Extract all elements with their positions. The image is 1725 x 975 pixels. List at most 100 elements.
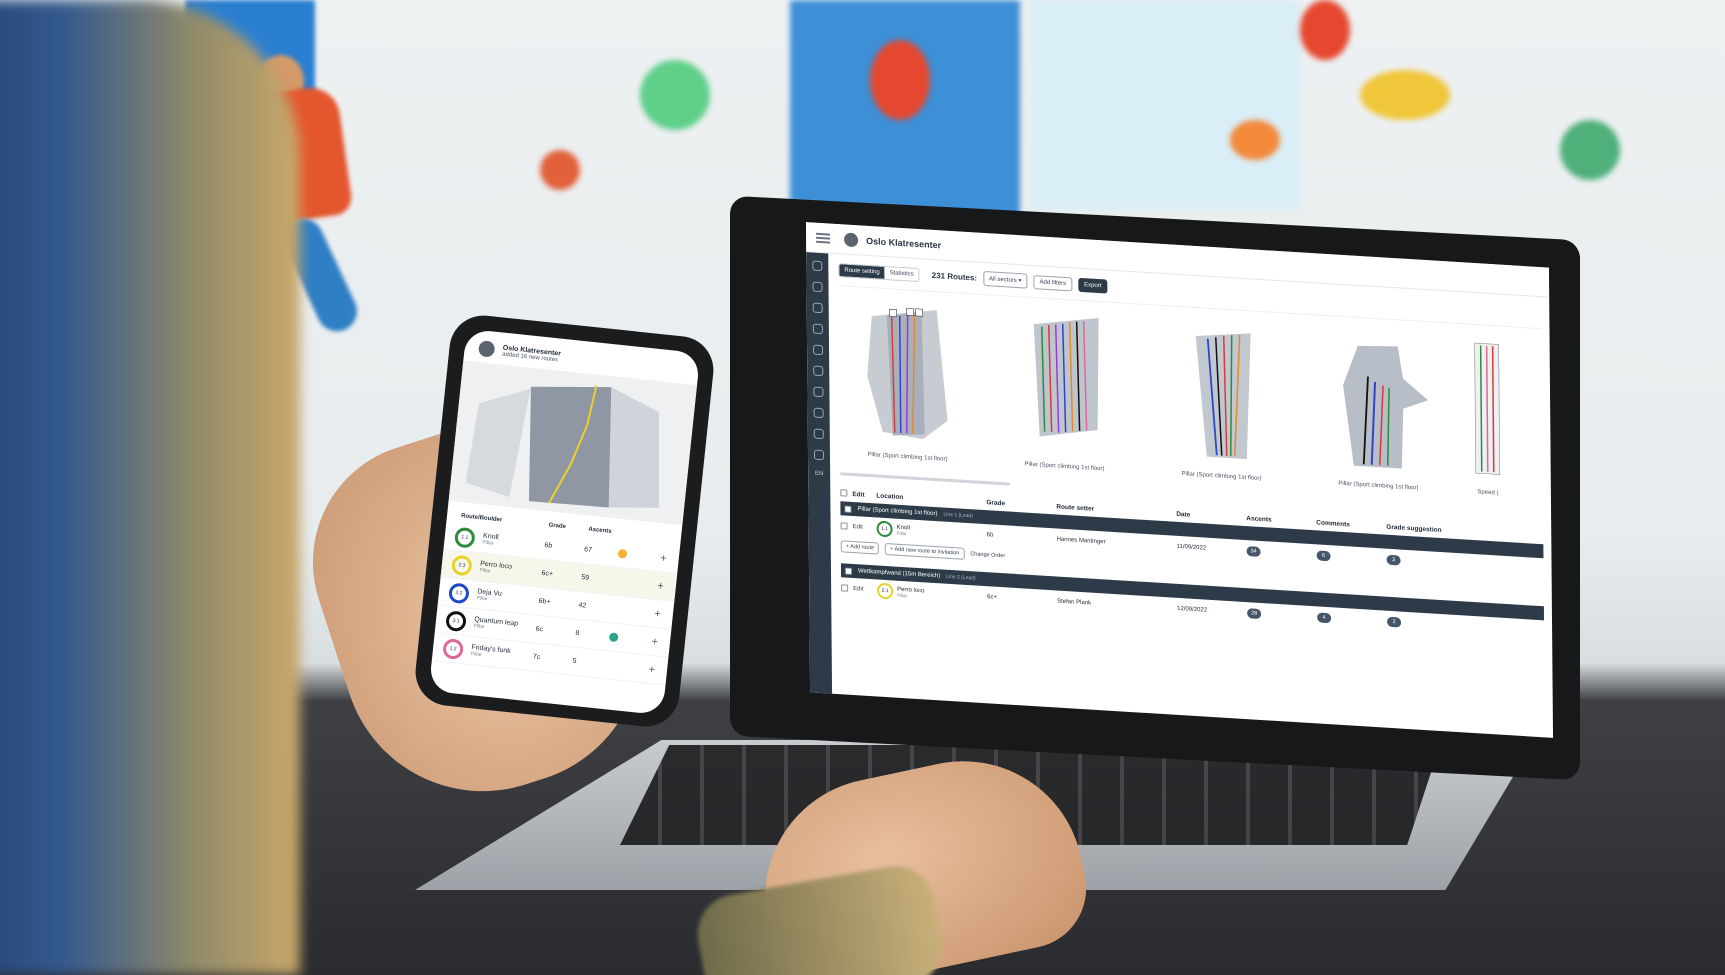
group-checkbox[interactable] (844, 567, 853, 575)
nav-walls-icon[interactable] (812, 260, 823, 272)
status-dot-icon (617, 548, 628, 559)
add-route-label: Add route (850, 543, 875, 552)
nav-history-icon[interactable] (813, 407, 824, 419)
add-invitation-button[interactable]: + Add new route to invitation (885, 542, 965, 560)
route-area: Pillar (896, 530, 907, 536)
row-checkbox[interactable] (840, 521, 848, 530)
route-ascents: 67 (583, 546, 593, 555)
view-toggle: Route setting Statistics (838, 262, 920, 282)
main-content: Route setting Statistics 231 Routes: All… (828, 253, 1553, 737)
climbing-hold (1560, 120, 1620, 180)
tab-statistics[interactable]: Statistics (885, 266, 919, 280)
route-badge: 1.1 (876, 520, 893, 538)
wall-3d-preview (1342, 345, 1428, 469)
route-grade: 6b+ (538, 597, 551, 606)
route-grade: 6c (535, 625, 544, 634)
plus-icon[interactable]: + (654, 607, 662, 620)
ascents-count: 34 (1246, 546, 1261, 557)
wall-3d-preview (866, 307, 948, 440)
climbing-hold (870, 40, 930, 120)
select-all-checkbox[interactable] (840, 488, 848, 497)
export-button[interactable]: Export (1078, 277, 1108, 294)
route-grade: 6b (544, 542, 553, 550)
change-order-link[interactable]: Change Order (970, 551, 1005, 559)
wall-caption: Speed ( (1477, 489, 1499, 497)
laptop-screen: Oslo Klatresenter EN Route setting Stati… (805, 222, 1554, 738)
sector-select[interactable]: All sectors ▾ (983, 270, 1028, 289)
route-ascents: 8 (575, 629, 580, 638)
col-grade[interactable]: Grade (986, 499, 1056, 510)
tab-route-setting[interactable]: Route setting (839, 263, 885, 279)
suggestion-count[interactable]: 3 (1386, 554, 1401, 566)
status-dot-icon (608, 632, 619, 643)
edit-link[interactable]: Edit (853, 586, 877, 593)
route-grade: 6b (986, 532, 994, 539)
wall-caption: Pillar (Sport climbing 1st floor) (1024, 461, 1105, 473)
comments-count[interactable]: 6 (1316, 550, 1331, 562)
add-filters-button[interactable]: Add filters (1033, 274, 1073, 291)
col-date[interactable]: Date (1176, 510, 1246, 521)
climbing-hold (540, 150, 580, 190)
route-badge: 3.1 (445, 609, 468, 632)
org-logo-icon (844, 231, 859, 247)
wall-card[interactable]: Pillar (Sport climbing 1st floor) (1153, 313, 1290, 497)
language-switch[interactable]: EN (815, 471, 823, 478)
row-checkbox[interactable] (841, 583, 849, 592)
route-grade: 7c (532, 653, 541, 662)
plus-icon[interactable]: + (660, 552, 668, 565)
sector-select-value: All sectors (989, 276, 1017, 285)
col-edit: Edit (852, 490, 865, 499)
group-line: Line 2 (Lead) (946, 573, 976, 582)
route-setter: Hannes Mantinger (1056, 536, 1106, 546)
status-dot-icon (615, 577, 625, 587)
group-checkbox[interactable] (844, 504, 852, 513)
wall-card[interactable]: Speed ( (1467, 333, 1509, 512)
route-date: 11/09/2022 (1176, 543, 1207, 552)
ascents-count: 28 (1247, 608, 1262, 620)
nav-settings-icon[interactable] (813, 428, 824, 440)
climbing-hold (1300, 0, 1350, 60)
wall-card[interactable]: Pillar (Sport climbing 1st floor) (1310, 323, 1447, 507)
col-grade-suggestion[interactable]: Grade suggestion (1386, 523, 1466, 535)
route-grade: 6c+ (987, 594, 998, 601)
nav-calendar-icon[interactable] (813, 365, 824, 377)
status-dot-icon (606, 660, 616, 670)
climbing-hold (640, 60, 710, 130)
phone-screen: Oslo Klatresenter added 16 new routes Ro… (428, 328, 701, 716)
chevron-down-icon: ▾ (1018, 278, 1022, 285)
plus-icon[interactable]: + (651, 635, 659, 648)
routes-count: 231 Routes: (931, 270, 978, 283)
route-badge: 2.2 (448, 581, 471, 604)
route-ascents: 42 (577, 601, 587, 610)
climbing-hold (1360, 70, 1450, 120)
person-arm (0, 0, 300, 975)
wall-card[interactable]: Pillar (Sport climbing 1st floor) (839, 294, 976, 478)
wall-3d-view[interactable] (448, 361, 697, 526)
comments-count[interactable]: 4 (1317, 612, 1332, 624)
col-ascents[interactable]: Ascents (1246, 515, 1316, 526)
route-badge: 2.1 (877, 582, 894, 600)
add-route-button[interactable]: + Add route (840, 540, 880, 555)
plus-icon[interactable]: + (657, 580, 665, 593)
wall-3d-preview (1195, 333, 1251, 460)
wall-card[interactable]: Pillar (Sport climbing 1st floor) (996, 304, 1133, 488)
climbing-hold (1230, 120, 1280, 160)
suggestion-count[interactable]: 2 (1387, 616, 1402, 628)
nav-gallery-icon[interactable] (813, 386, 824, 398)
wall-3d-preview (1474, 342, 1501, 475)
status-dot-icon (612, 604, 622, 614)
wall-panel (1030, 0, 1300, 210)
nav-routes-icon[interactable] (812, 281, 823, 293)
nav-shoe-icon[interactable] (812, 323, 823, 335)
col-grade: Grade (548, 522, 567, 531)
hamburger-icon[interactable] (816, 232, 831, 244)
col-comments[interactable]: Comments (1316, 519, 1386, 530)
edit-link[interactable]: Edit (853, 524, 877, 531)
nav-globe-icon[interactable] (813, 344, 824, 356)
nav-stats-icon[interactable] (812, 302, 823, 314)
plus-icon[interactable]: + (648, 663, 656, 676)
nav-home-icon[interactable] (813, 449, 825, 461)
wall-3d-preview (1033, 318, 1099, 437)
route-setter: Stefan Plank (1057, 598, 1092, 607)
wall-caption: Pillar (Sport climbing 1st floor) (1181, 471, 1262, 483)
